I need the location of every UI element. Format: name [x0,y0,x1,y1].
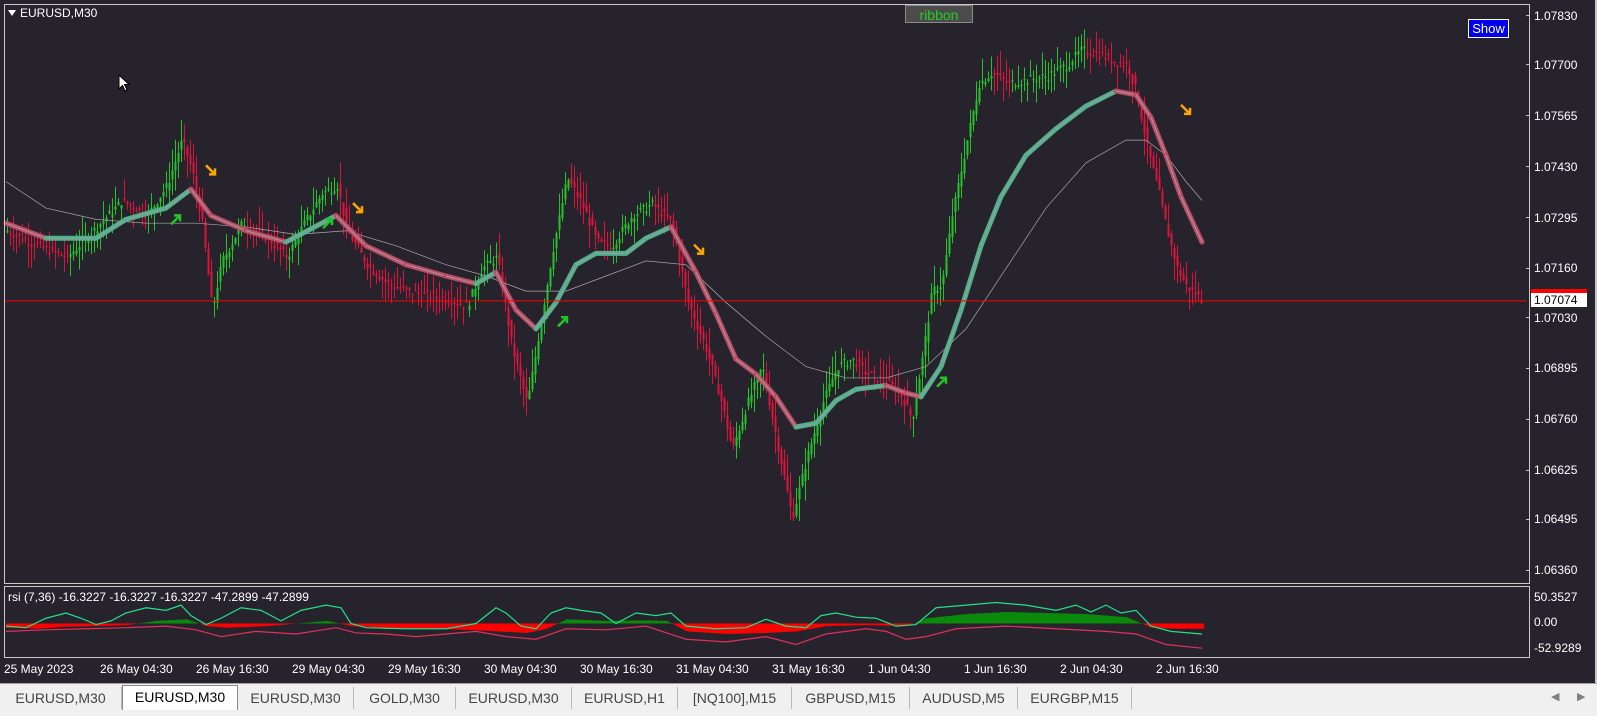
time-tick-label: 29 May 16:30 [388,662,461,676]
collapse-triangle-icon[interactable] [8,10,16,16]
chart-tab[interactable]: [NQ100],M15 [678,687,792,709]
chart-tab[interactable]: AUDUSD,M5 [910,687,1018,709]
time-tick-label: 30 May 16:30 [580,662,653,676]
tab-scroll-right-icon[interactable]: ▶ [1577,690,1585,703]
chart-window: EURUSD,M30 ribbon Show rsi (7,36) -16.32… [0,0,1597,683]
time-tick-label: 26 May 16:30 [196,662,269,676]
time-tick-label: 2 Jun 04:30 [1060,662,1123,676]
rsi-tick-label: 0.00 [1534,615,1558,629]
price-tick-label: 1.07830 [1534,8,1578,23]
price-tick-label: 1.06625 [1534,463,1578,478]
price-tick-label: 1.06360 [1534,563,1578,578]
chart-tab[interactable]: GOLD,M30 [354,687,456,709]
symbol-title[interactable]: EURUSD,M30 [8,6,97,20]
price-tick-label: 1.07160 [1534,261,1578,276]
chart-tab[interactable]: EURUSD,M30 [456,687,572,709]
time-tick-label: 30 May 04:30 [484,662,557,676]
price-tick-label: 1.07430 [1534,159,1578,174]
rsi-tick-label: 50.3527 [1534,590,1578,604]
rsi-tick-label: -52.9289 [1534,641,1582,655]
price-tick-label: 1.07295 [1534,210,1578,225]
chart-tab[interactable]: EURUSD,H1 [572,687,678,709]
time-tick-label: 29 May 04:30 [292,662,365,676]
time-tick-label: 2 Jun 16:30 [1156,662,1219,676]
show-button[interactable]: Show [1468,19,1509,38]
time-tick-label: 31 May 16:30 [772,662,845,676]
time-tick-label: 26 May 04:30 [100,662,173,676]
time-tick-label: 1 Jun 16:30 [964,662,1027,676]
price-tick-label: 1.07030 [1534,310,1578,325]
price-tick-label: 1.06495 [1534,512,1578,527]
price-tick-label: 1.06895 [1534,361,1578,376]
tab-scroll-left-icon[interactable]: ◀ [1551,690,1559,703]
chart-tab-active[interactable]: EURUSD,M30 [122,685,238,710]
price-tick-label: 1.06760 [1534,412,1578,427]
time-tick-label: 25 May 2023 [4,662,74,676]
time-tick-label: 31 May 04:30 [676,662,749,676]
chart-tab[interactable]: GBPUSD,M15 [792,687,910,709]
price-tick-label: 1.07700 [1534,57,1578,72]
rsi-indicator-label: rsi (7,36) -16.3227 -16.3227 -16.3227 -4… [8,590,309,604]
price-tick-label: 1.07565 [1534,108,1578,123]
main-chart-border [4,4,1530,584]
chart-tab-bar: EURUSD,M30 EURUSD,M30 EURUSD,M30 GOLD,M30 EU… [0,683,1597,712]
symbol-title-text: EURUSD,M30 [20,6,98,20]
chart-tab[interactable]: EURGBP,M15 [1018,687,1132,709]
chart-tab[interactable]: EURUSD,M30 [0,687,122,709]
mouse-cursor-icon [118,73,131,97]
chart-tab[interactable]: EURUSD,M30 [238,687,354,709]
time-tick-label: 1 Jun 04:30 [868,662,931,676]
current-price-label: 1.07074 [1531,293,1587,307]
ribbon-button[interactable]: ribbon [905,5,973,23]
